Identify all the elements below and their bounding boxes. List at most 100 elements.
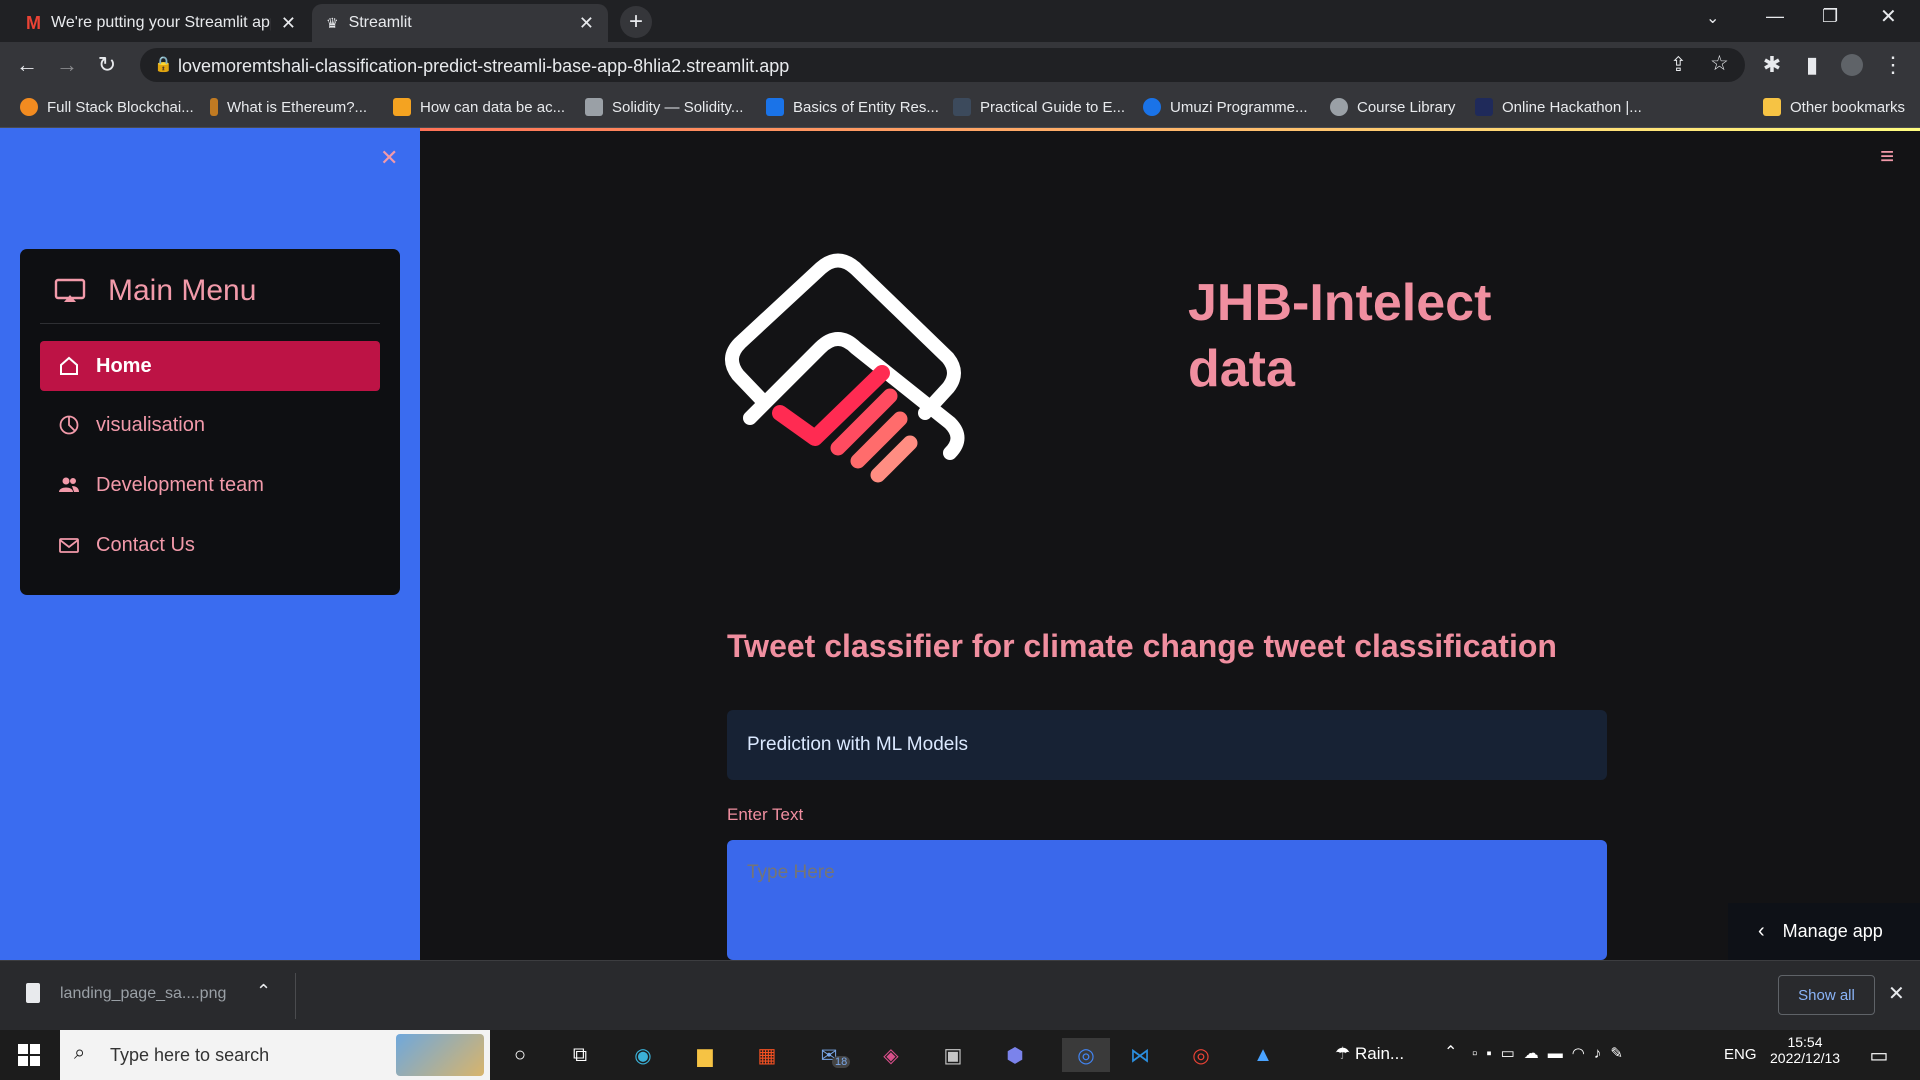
cast-icon [54,278,86,302]
envelope-icon [59,538,79,553]
share-icon[interactable]: ⇪ [1670,52,1687,77]
bookmark-item[interactable]: Solidity — Solidity... [585,98,743,116]
window-close-icon[interactable]: ✕ [1880,4,1897,29]
browser-tab-bar: M We're putting your Streamlit app ✕ ♛ S… [0,0,1920,42]
mail-icon[interactable]: ✉ 18 [812,1038,851,1072]
bookmark-item[interactable]: How can data be ac... [393,98,565,116]
text-input-label: Enter Text [727,805,804,824]
tab-gmail[interactable]: M We're putting your Streamlit app ✕ [12,4,310,42]
file-icon [26,983,40,1003]
tab-search-icon[interactable]: ⌄ [1706,8,1719,28]
restore-icon[interactable]: ❐ [1822,6,1838,27]
umbrella-icon: ☂ [1335,1044,1355,1063]
page-subtitle: Tweet classifier for climate change twee… [727,628,1557,664]
close-download-bar-icon[interactable]: ✕ [1888,981,1905,1006]
windows-taskbar: ⌕ Type here to search ○ ⧉ ◉ ▆ ▦ ✉ 18 ◈ ▣ … [0,1030,1920,1080]
teams-icon[interactable]: ⬢ [998,1038,1032,1072]
bookmark-item[interactable]: Basics of Entity Res... [766,98,939,116]
bookmark-favicon-icon [585,98,603,116]
show-all-button[interactable]: Show all [1778,975,1875,1015]
profile-avatar[interactable] [1837,50,1867,80]
bookmark-item[interactable]: Practical Guide to E... [953,98,1125,116]
search-icon: ⌕ [74,1042,86,1064]
chevron-up-icon[interactable]: ⌃ [256,981,271,1002]
house-icon [60,356,78,375]
bookmark-favicon-icon [210,98,218,116]
reload-icon[interactable]: ↻ [92,50,122,80]
bookmark-item[interactable]: Full Stack Blockchai... [20,98,194,116]
bookmark-favicon-icon [1330,98,1348,116]
bookmark-favicon-icon [393,98,411,116]
close-tab-icon[interactable]: ✕ [281,13,296,34]
tab-title: We're putting your Streamlit app [51,14,271,31]
divider [295,973,296,1019]
bookmarks-bar: Full Stack Blockchai... What is Ethereum… [0,88,1920,128]
tray-icons[interactable]: ▫▪▭☁▬◠♪✎ [1472,1044,1632,1062]
folder-icon [1763,98,1781,116]
info-text: Prediction with ML Models [747,734,969,755]
chrome-icon[interactable]: ◎ [1184,1038,1218,1072]
windows-start-icon[interactable] [12,1038,46,1072]
manage-app-button[interactable]: ‹ Manage app [1728,903,1920,960]
people-icon [59,477,79,492]
bookmark-favicon-icon [953,98,971,116]
show-hidden-icons[interactable]: ⌃ [1444,1042,1457,1062]
url-text: lovemoremtshali-classification-predict-s… [178,56,790,76]
option-menu: Main Menu Home visualisation Development… [20,249,400,595]
chrome-menu-icon[interactable]: ⋮ [1878,50,1908,80]
page-title: JHB-Intelect data [1188,274,1492,398]
main-content: ≡ JHB-Intelect data Tweet classifier for… [420,128,1920,960]
streamlit-favicon-icon: ♛ [326,14,339,31]
sidebar: ✕ Main Menu Home visualisation Developme… [0,128,420,960]
file-explorer-icon[interactable]: ▆ [688,1038,722,1072]
download-bar: landing_page_sa....png ⌃ Show all ✕ [0,960,1920,1030]
app-icon[interactable]: ▣ [936,1038,970,1072]
store-icon[interactable]: ▦ [750,1038,784,1072]
pie-chart-icon [59,415,79,435]
cortana-icon[interactable]: ○ [503,1038,537,1072]
download-file-name[interactable]: landing_page_sa....png [60,985,226,1003]
other-bookmarks[interactable]: Other bookmarks [1763,98,1905,116]
bookmark-favicon-icon [766,98,784,116]
menu-item-visualisation[interactable]: visualisation [40,400,380,450]
menu-item-home[interactable]: Home [40,341,380,391]
chevron-left-icon: ‹ [1758,920,1765,942]
minimize-icon[interactable]: — [1766,6,1784,27]
back-icon[interactable]: ← [12,50,42,80]
side-panel-icon[interactable]: ▮ [1797,50,1827,80]
info-box: Prediction with ML Models [727,710,1607,780]
menu-title: Main Menu [54,271,256,311]
close-tab-icon[interactable]: ✕ [579,13,594,34]
tab-streamlit[interactable]: ♛ Streamlit ✕ [312,4,608,42]
search-highlight-image [396,1034,484,1076]
app-icon[interactable]: ◈ [874,1038,908,1072]
photos-icon[interactable]: ▲ [1246,1038,1280,1072]
vscode-icon[interactable]: ⋈ [1123,1038,1157,1072]
extensions-icon[interactable]: ✱ [1757,50,1787,80]
menu-item-development-team[interactable]: Development team [40,460,380,510]
bookmark-favicon-icon [1143,98,1161,116]
language-indicator[interactable]: ENG [1724,1046,1757,1063]
edge-icon[interactable]: ◉ [626,1038,660,1072]
bookmark-item[interactable]: Course Library [1330,98,1455,116]
new-tab-button[interactable]: + [620,6,652,38]
address-bar[interactable]: 🔒 lovemoremtshali-classification-predict… [140,48,1745,82]
streamlit-app: ✕ Main Menu Home visualisation Developme… [0,128,1920,960]
hamburger-menu-icon[interactable]: ≡ [1880,145,1894,169]
text-input-area[interactable] [727,840,1607,960]
bookmark-star-icon[interactable]: ☆ [1710,51,1729,76]
chrome-icon[interactable]: ◎ [1062,1038,1110,1072]
taskbar-search-box[interactable]: ⌕ Type here to search [60,1030,490,1080]
clock[interactable]: 15:54 2022/12/13 [1770,1034,1840,1066]
bookmark-item[interactable]: Online Hackathon |... [1475,98,1642,116]
tab-title: Streamlit [348,14,412,31]
task-view-icon[interactable]: ⧉ [563,1038,597,1072]
menu-item-contact-us[interactable]: Contact Us [40,520,380,570]
bookmark-item[interactable]: Umuzi Programme... [1143,98,1308,116]
weather-widget[interactable]: ☂ Rain... [1335,1044,1404,1064]
forward-icon[interactable]: → [52,50,82,80]
close-sidebar-icon[interactable]: ✕ [380,145,398,171]
lock-icon: 🔒 [154,56,173,73]
bookmark-item[interactable]: What is Ethereum?... [210,98,367,116]
notifications-icon[interactable]: ▭ [1862,1038,1896,1072]
